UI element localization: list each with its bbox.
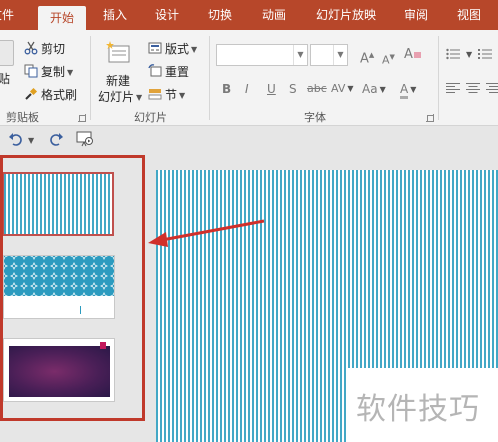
arrow-head <box>148 232 168 247</box>
arrow-shaft <box>161 219 265 242</box>
annotation-arrow <box>148 219 265 247</box>
